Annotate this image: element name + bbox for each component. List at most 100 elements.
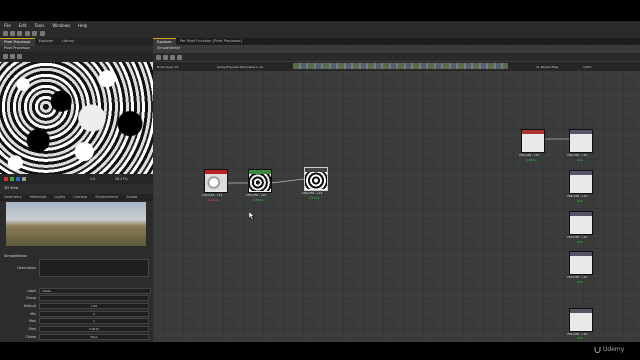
graph-node[interactable] (204, 169, 228, 193)
label-input[interactable]: rotate (39, 288, 151, 294)
menu-bar: File Edit Tools Windows Help (0, 21, 640, 29)
udemy-logo-icon (594, 347, 601, 353)
field-step-label: Step (28, 327, 36, 331)
node-time-label: 0.36ms (253, 198, 264, 202)
field-label-label: Label (27, 289, 36, 293)
watermark: Udemy (594, 346, 624, 353)
tab-lights[interactable]: Lights (50, 194, 69, 201)
viewer-status-bar: 2.0 28.27% (0, 174, 153, 184)
node-time-label: 0.23ms (309, 196, 320, 200)
tab-environment[interactable]: Environment (91, 194, 122, 201)
tab-materials[interactable]: Materials (26, 194, 50, 201)
node-header (522, 130, 544, 134)
undo-icon[interactable] (25, 31, 30, 36)
node-thumbnail (249, 174, 271, 191)
node-size-label: 256x256 - L16 (567, 194, 588, 198)
field-max: Max 1 (4, 318, 149, 324)
left-tab-row: Pixel Processor Explorer Library (0, 37, 153, 46)
output-node[interactable] (569, 170, 593, 194)
viewer-title: Pixel Processor (4, 46, 31, 50)
description-textarea[interactable] (39, 259, 149, 277)
viewer-channel-icon[interactable] (3, 54, 8, 59)
node-time-label: 0ms (577, 199, 583, 203)
open-folder-icon[interactable] (10, 31, 15, 36)
properties-title: SimpleVector (4, 254, 28, 258)
node-thumbnail (305, 172, 327, 189)
viewer-fit-icon[interactable] (10, 54, 15, 59)
node-size-label: 256x256 - L16 (302, 191, 323, 195)
clamp-select[interactable]: False (39, 334, 149, 340)
menu-edit[interactable]: Edit (19, 23, 27, 28)
node-header (570, 309, 592, 313)
menu-help[interactable]: Help (78, 23, 87, 28)
step-input[interactable]: 0.0010 (39, 326, 149, 332)
node-time-label: 0.12ms (208, 198, 219, 202)
properties-panel: SimpleVector Description Label rotate Gr… (0, 252, 153, 342)
redo-icon[interactable] (32, 31, 37, 36)
node-time-label: 0ms (577, 240, 583, 244)
field-group-label: Group (25, 296, 36, 300)
view3d-title: 3D View (4, 186, 19, 190)
min-input[interactable]: 0 (39, 311, 149, 317)
tab-library[interactable]: Library (58, 38, 79, 45)
node-size-label: 256x256 - L16 (246, 193, 267, 197)
node-time-label: 0ms (577, 158, 583, 162)
node-header (570, 252, 592, 256)
viewer-zoom: 28.27% (115, 177, 128, 181)
default-input[interactable]: 1.00 (39, 303, 149, 309)
tab-geometry[interactable]: Geometry (0, 194, 26, 201)
field-min: Min 0 (4, 311, 149, 317)
viewer-toolbar (0, 52, 153, 61)
output-node[interactable] (569, 308, 593, 332)
new-file-icon[interactable] (3, 31, 8, 36)
field-default: Default 1.00 (4, 303, 149, 309)
node-time-label: 0ms (577, 280, 583, 284)
viewer-grid-icon[interactable] (17, 54, 22, 59)
watermark-text: Udemy (603, 346, 625, 353)
menu-tools[interactable]: Tools (34, 23, 44, 28)
graph-node[interactable] (248, 169, 272, 193)
node-size-label: 256x256 - L16 (567, 235, 588, 239)
node-header (570, 171, 592, 175)
connection-2-3 (270, 178, 305, 184)
field-description-label: Description (17, 266, 36, 270)
texture-viewer[interactable] (0, 62, 153, 174)
environment-preview[interactable] (6, 202, 146, 246)
node-graph[interactable]: Explorer Per Pixel Function [Pixel Proce… (153, 37, 640, 342)
save-icon[interactable] (17, 31, 22, 36)
node-size-label: 256x256 - L16 (202, 193, 223, 197)
node-size-label: 256x256 - L16 (567, 153, 588, 157)
graph-node[interactable] (304, 167, 328, 191)
graph-node[interactable] (521, 129, 545, 153)
view3d-tab-row: Geometry Materials Lights Camera Environ… (0, 194, 153, 201)
color-blue-icon[interactable] (16, 177, 20, 181)
node-header (570, 212, 592, 216)
output-node[interactable] (569, 211, 593, 235)
tab-camera[interactable]: Camera (69, 194, 91, 201)
group-input[interactable] (39, 295, 149, 301)
max-input[interactable]: 1 (39, 318, 149, 324)
bottom-letterbox: Udemy (0, 342, 640, 360)
node-thumbnail (205, 174, 227, 191)
view3d-panel: 3D View Geometry Materials Lights Camera… (0, 184, 153, 250)
menu-file[interactable]: File (4, 23, 11, 28)
tab-explorer[interactable]: Explorer (35, 38, 58, 45)
tab-scene[interactable]: Scene (122, 194, 141, 201)
settings-icon[interactable] (40, 31, 45, 36)
top-letterbox (0, 0, 640, 21)
color-green-icon[interactable] (10, 177, 14, 181)
field-description: Description (4, 259, 149, 277)
menu-windows[interactable]: Windows (52, 23, 70, 28)
output-node[interactable] (569, 251, 593, 275)
field-label: Label rotate (4, 288, 151, 294)
field-default-label: Default (23, 304, 36, 308)
color-alpha-icon[interactable] (22, 177, 26, 181)
color-red-icon[interactable] (4, 177, 8, 181)
field-max-label: Max (29, 319, 36, 323)
field-clamp: Clamp False (4, 334, 149, 340)
field-clamp-label: Clamp (25, 335, 36, 339)
tab-pixel-processor[interactable]: Pixel Processor (0, 37, 35, 46)
output-node[interactable] (569, 129, 593, 153)
node-size-label: 256x256 - L16 (567, 275, 588, 279)
node-header (570, 130, 592, 134)
